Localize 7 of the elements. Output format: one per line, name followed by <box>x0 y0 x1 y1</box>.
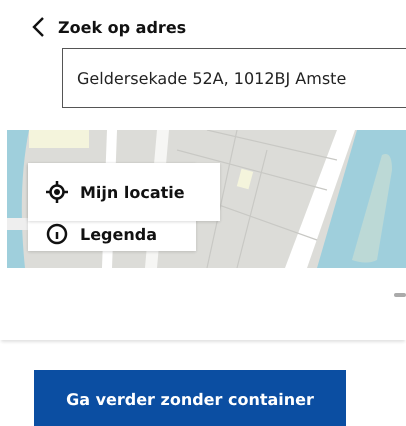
page-title: Zoek op adres <box>58 18 186 36</box>
address-field[interactable]: Geldersekade 52A, 1012BJ Amste <box>62 48 406 108</box>
menu-item[interactable]: Legenda <box>80 224 157 244</box>
scroll-handle[interactable] <box>394 293 406 297</box>
locate-icon <box>46 181 68 203</box>
continue-button[interactable]: Ga verder zonder container <box>34 370 346 426</box>
info-icon <box>46 223 68 245</box>
